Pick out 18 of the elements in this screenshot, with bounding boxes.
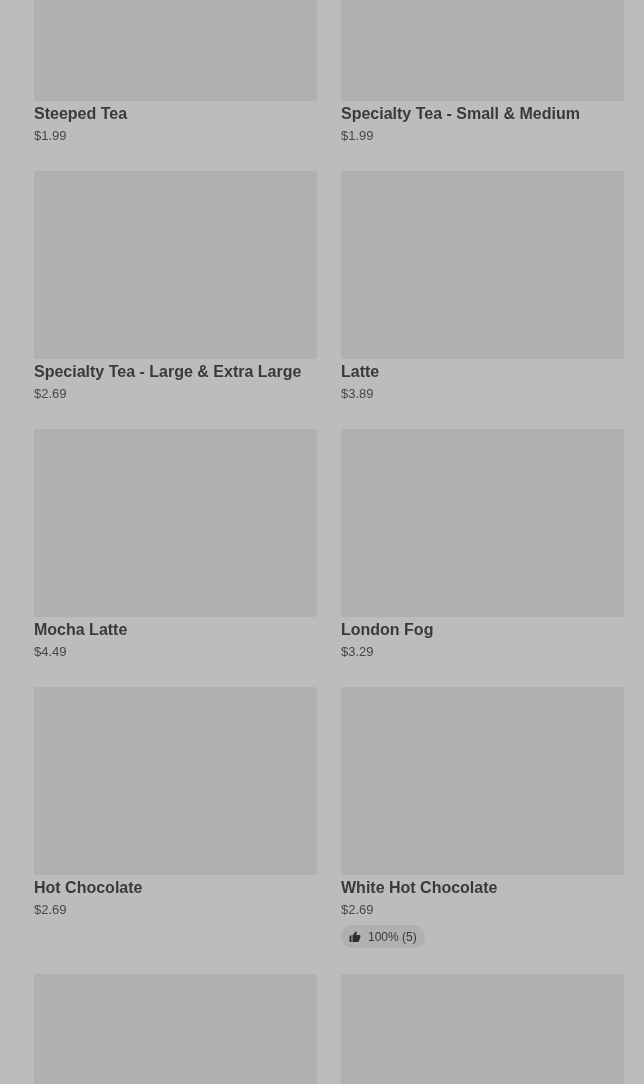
product-name: Specialty Tea - Small & Medium (341, 104, 580, 124)
product-price: $2.69 (34, 385, 67, 403)
product-name: White Hot Chocolate (341, 878, 498, 898)
product-name: Latte (341, 362, 380, 382)
product-name: Hot Chocolate (34, 878, 143, 898)
product-price: $2.69 (34, 901, 67, 919)
product-name: Steeped Tea (34, 104, 128, 124)
product-name: London Fog (341, 620, 434, 640)
product-price: $2.69 (341, 901, 374, 919)
product-price: $1.99 (341, 127, 374, 145)
product-price: $3.89 (341, 385, 374, 403)
product-price: $3.29 (341, 643, 374, 661)
product-name: Mocha Latte (34, 620, 128, 640)
thumbs-up-icon (349, 931, 361, 942)
rating-text: 100% (5) (368, 928, 417, 946)
product-name: Specialty Tea - Large & Extra Large (34, 362, 302, 382)
product-price: $4.49 (34, 643, 67, 661)
product-price: $1.99 (34, 127, 67, 145)
